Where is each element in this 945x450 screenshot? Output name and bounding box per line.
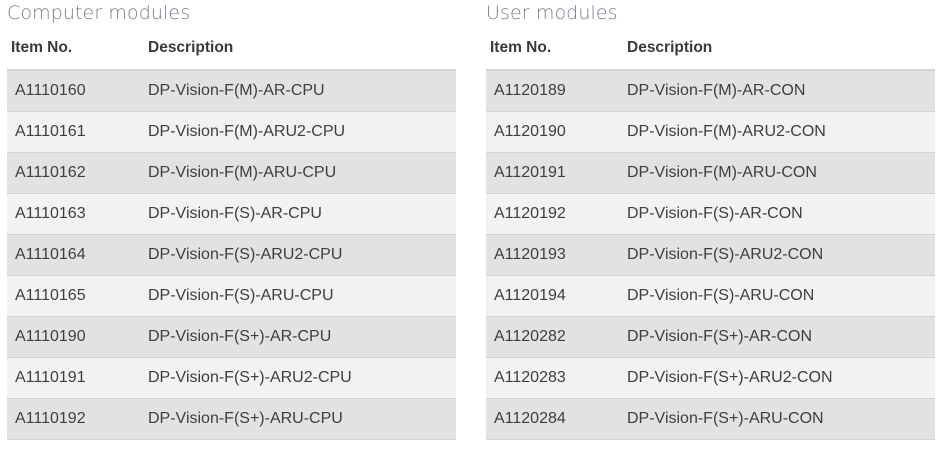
- description-cell: DP-Vision-F(S)-ARU2-CPU: [140, 234, 456, 276]
- user-modules-body: A1120189 DP-Vision-F(M)-AR-CON A1120190 DP…: [486, 70, 935, 440]
- item-no-cell: A1120189: [486, 70, 619, 112]
- user-modules-section: User modules Item No. Description A11201…: [486, 0, 935, 440]
- item-no-cell: A1110162: [7, 152, 140, 194]
- description-cell: DP-Vision-F(S+)-ARU2-CPU: [140, 357, 456, 399]
- table-row: A1110163 DP-Vision-F(S)-AR-CPU: [7, 193, 456, 235]
- item-no-cell: A1110192: [7, 398, 140, 440]
- description-header: Description: [140, 26, 456, 71]
- item-no-cell: A1120191: [486, 152, 619, 194]
- description-cell: DP-Vision-F(S+)-ARU-CPU: [140, 398, 456, 440]
- computer-modules-body: A1110160 DP-Vision-F(M)-AR-CPU A1110161 DP…: [7, 70, 456, 440]
- item-no-cell: A1110165: [7, 275, 140, 317]
- description-cell: DP-Vision-F(S)-AR-CON: [619, 193, 935, 235]
- table-row: A1120283 DP-Vision-F(S+)-ARU2-CON: [486, 357, 935, 399]
- table-row: A1120191 DP-Vision-F(M)-ARU-CON: [486, 152, 935, 194]
- item-no-cell: A1110160: [7, 70, 140, 112]
- item-no-cell: A1110163: [7, 193, 140, 235]
- description-header: Description: [619, 26, 935, 71]
- description-cell: DP-Vision-F(M)-AR-CON: [619, 70, 935, 112]
- description-cell: DP-Vision-F(S+)-ARU-CON: [619, 398, 935, 440]
- description-cell: DP-Vision-F(M)-AR-CPU: [140, 70, 456, 112]
- table-row: A1120192 DP-Vision-F(S)-AR-CON: [486, 193, 935, 235]
- description-cell: DP-Vision-F(S)-ARU-CPU: [140, 275, 456, 317]
- item-no-cell: A1110164: [7, 234, 140, 276]
- table-row: A1120190 DP-Vision-F(M)-ARU2-CON: [486, 111, 935, 153]
- description-cell: DP-Vision-F(M)-ARU2-CPU: [140, 111, 456, 153]
- table-row: A1110191 DP-Vision-F(S+)-ARU2-CPU: [7, 357, 456, 399]
- table-header-row: Item No. Description: [486, 26, 935, 71]
- item-no-cell: A1120193: [486, 234, 619, 276]
- table-row: A1120282 DP-Vision-F(S+)-AR-CON: [486, 316, 935, 358]
- item-no-cell: A1120192: [486, 193, 619, 235]
- description-cell: DP-Vision-F(S)-ARU2-CON: [619, 234, 935, 276]
- item-no-header: Item No.: [486, 26, 619, 71]
- item-no-cell: A1110190: [7, 316, 140, 358]
- description-cell: DP-Vision-F(S+)-ARU2-CON: [619, 357, 935, 399]
- table-header-row: Item No. Description: [7, 26, 456, 71]
- item-no-cell: A1120190: [486, 111, 619, 153]
- description-cell: DP-Vision-F(S+)-AR-CPU: [140, 316, 456, 358]
- computer-modules-title: Computer modules: [7, 2, 191, 24]
- table-row: A1110164 DP-Vision-F(S)-ARU2-CPU: [7, 234, 456, 276]
- item-no-cell: A1120283: [486, 357, 619, 399]
- table-row: A1110165 DP-Vision-F(S)-ARU-CPU: [7, 275, 456, 317]
- item-no-cell: A1110161: [7, 111, 140, 153]
- table-row: A1120193 DP-Vision-F(S)-ARU2-CON: [486, 234, 935, 276]
- user-modules-table: Item No. Description A1120189 DP-Vision-F…: [486, 26, 935, 440]
- description-cell: DP-Vision-F(S)-ARU-CON: [619, 275, 935, 317]
- description-cell: DP-Vision-F(S+)-AR-CON: [619, 316, 935, 358]
- table-row: A1120284 DP-Vision-F(S+)-ARU-CON: [486, 398, 935, 440]
- item-no-cell: A1120194: [486, 275, 619, 317]
- description-cell: DP-Vision-F(M)-ARU-CON: [619, 152, 935, 194]
- table-row: A1110161 DP-Vision-F(M)-ARU2-CPU: [7, 111, 456, 153]
- computer-modules-section: Computer modules Item No. Description A1…: [7, 0, 456, 440]
- table-row: A1120194 DP-Vision-F(S)-ARU-CON: [486, 275, 935, 317]
- table-row: A1110160 DP-Vision-F(M)-AR-CPU: [7, 70, 456, 112]
- user-modules-title: User modules: [486, 2, 618, 24]
- description-cell: DP-Vision-F(M)-ARU-CPU: [140, 152, 456, 194]
- table-row: A1110162 DP-Vision-F(M)-ARU-CPU: [7, 152, 456, 194]
- item-no-header: Item No.: [7, 26, 140, 71]
- description-cell: DP-Vision-F(M)-ARU2-CON: [619, 111, 935, 153]
- table-row: A1110192 DP-Vision-F(S+)-ARU-CPU: [7, 398, 456, 440]
- table-row: A1110190 DP-Vision-F(S+)-AR-CPU: [7, 316, 456, 358]
- item-no-cell: A1120282: [486, 316, 619, 358]
- item-no-cell: A1110191: [7, 357, 140, 399]
- item-no-cell: A1120284: [486, 398, 619, 440]
- computer-modules-table: Item No. Description A1110160 DP-Vision-F…: [7, 26, 456, 440]
- table-row: A1120189 DP-Vision-F(M)-AR-CON: [486, 70, 935, 112]
- description-cell: DP-Vision-F(S)-AR-CPU: [140, 193, 456, 235]
